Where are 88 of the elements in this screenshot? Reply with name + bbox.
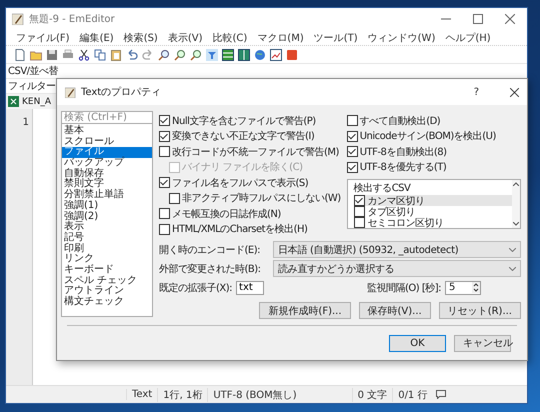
field-label: 監視間隔(O) [秒]: — [366, 282, 441, 294]
stop-icon[interactable] — [286, 48, 298, 60]
category-item[interactable]: バックアップ — [62, 158, 152, 169]
extension-field[interactable]: txt — [236, 280, 264, 294]
menu-item[interactable]: ツール(T) — [314, 30, 358, 44]
menu-item[interactable]: ウィンドウ(W) — [368, 30, 436, 44]
category-item[interactable]: スクロール — [62, 136, 152, 148]
status-text: Text — [126, 389, 158, 400]
category-item[interactable]: リンク — [62, 254, 152, 265]
search-field[interactable]: 検索 (Ctrl+F) — [61, 111, 153, 124]
option-checkbox[interactable]: 非アクティブ時フルパスにしない(W) — [169, 190, 341, 206]
scrollbar[interactable] — [512, 180, 520, 228]
interval-spinner[interactable]: 5 — [445, 280, 481, 294]
menu-item[interactable]: マクロ(M) — [257, 30, 304, 44]
dialog-title: Textのプロパティ — [81, 86, 162, 99]
reload-dropdown[interactable]: 読み直すかどうか選択する — [273, 260, 521, 277]
chevron-down-icon[interactable] — [513, 222, 519, 226]
option-checkbox[interactable]: すべて自動検出(D) — [346, 113, 521, 128]
list-heading: 検出するCSV — [354, 182, 412, 195]
field-label: 開く時のエンコード(E): — [159, 244, 261, 256]
chart-icon[interactable] — [270, 48, 282, 60]
menu-item[interactable]: 表示(V) — [168, 30, 202, 44]
category-item[interactable]: 表示 — [62, 222, 152, 233]
folder-icon[interactable] — [30, 48, 42, 60]
category-item[interactable]: 構文チェック — [62, 297, 152, 308]
copy-icon[interactable] — [94, 48, 106, 60]
ok-button[interactable]: OK — [389, 334, 446, 352]
app-logo-icon — [12, 13, 24, 25]
filter-icon[interactable] — [206, 48, 218, 60]
option-checkbox[interactable]: HTML/XMLのCharsetを検出(H) — [159, 222, 308, 237]
close-icon[interactable] — [505, 14, 515, 24]
scissors-icon[interactable] — [78, 48, 90, 60]
menu-item[interactable]: 編集(E) — [80, 30, 114, 44]
chevron-up-icon[interactable] — [513, 182, 519, 186]
action-button[interactable]: リセット(R)... — [438, 302, 521, 319]
field-label: 外部で変更された時(B): — [159, 262, 262, 276]
comment-icon — [436, 390, 446, 399]
chevron-down-icon — [509, 248, 516, 252]
action-button[interactable]: 新規作成時(F)... — [259, 302, 351, 319]
option-checkbox[interactable]: Null文字を含むファイルで警告(P) — [159, 113, 316, 128]
status-text: 0 文字 — [352, 388, 392, 402]
line-number: 1 — [22, 117, 29, 129]
app-logo-icon — [65, 86, 76, 98]
filter-label: フィルター — [8, 80, 56, 93]
toolbar-label: CSV/並べ替 — [8, 64, 58, 78]
category-item[interactable]: アウトライン — [62, 286, 152, 297]
menu-item[interactable]: 検索(S) — [124, 30, 158, 44]
option-checkbox[interactable]: 変換できない不正な文字で警告(I) — [159, 128, 314, 144]
chevron-down-icon — [509, 266, 516, 270]
csv-option[interactable]: カンマ区切り — [354, 195, 512, 206]
table-icon[interactable] — [238, 48, 250, 60]
maximize-icon[interactable] — [473, 14, 483, 24]
help-button[interactable]: ? — [474, 86, 479, 98]
option-checkbox[interactable]: メモ帳互換の日誌作成(N) — [159, 206, 281, 222]
field-label: 既定の拡張子(X): — [159, 282, 232, 294]
option-checkbox[interactable]: UTF-8を優先する(T) — [346, 160, 521, 175]
category-item[interactable]: 基本 — [62, 126, 152, 137]
document-icon[interactable] — [14, 48, 26, 60]
option-checkbox[interactable]: UTF-8を自動検出(8) — [346, 144, 521, 160]
window-title: 無題-9 - EmEditor — [29, 13, 116, 26]
document-tab[interactable]: KEN_A — [22, 96, 51, 106]
cancel-button[interactable]: キャンセル — [454, 334, 511, 352]
action-button[interactable]: 保存時(V)... — [358, 302, 431, 319]
csv-option[interactable]: タブ区切り — [354, 206, 512, 217]
category-item[interactable]: 記号 — [62, 232, 152, 244]
category-item[interactable]: キーボード — [62, 264, 152, 276]
status-text: UTF-8 (BOM無し) — [207, 388, 302, 402]
encoding-dropdown[interactable]: 日本語 (自動選択) (50932, _autodetect) — [273, 241, 521, 258]
globe-icon[interactable] — [254, 48, 266, 60]
category-item[interactable]: スペル チェック — [62, 276, 152, 286]
close-icon[interactable] — [510, 88, 519, 96]
category-item[interactable]: 強調(1) — [62, 200, 152, 212]
menu-item[interactable]: 比較(C) — [212, 30, 248, 44]
undo-icon[interactable] — [126, 48, 138, 60]
menu-item[interactable]: ヘルプ(H) — [445, 30, 491, 44]
printer-icon[interactable] — [62, 48, 74, 60]
search-icon[interactable] — [158, 48, 170, 60]
clipboard-icon[interactable] — [110, 48, 122, 60]
csv-option[interactable]: セミコロン区切り — [354, 217, 512, 228]
category-item[interactable]: 分割禁止単語 — [62, 190, 152, 201]
option-checkbox[interactable]: Unicodeサイン(BOM)を検出(U) — [346, 128, 521, 144]
option-checkbox[interactable]: ファイル名をフルパスで表示(S) — [159, 175, 308, 190]
menu-item[interactable]: ファイル(F) — [16, 30, 70, 44]
option-checkbox[interactable]: 改行コードが不統一ファイルで警告(M) — [159, 144, 339, 160]
grid-icon[interactable] — [222, 48, 234, 60]
status-text: 1行, 1桁 — [157, 388, 208, 402]
category-item[interactable]: 印刷 — [62, 244, 152, 254]
status-text: 0/1 行 — [392, 388, 432, 402]
